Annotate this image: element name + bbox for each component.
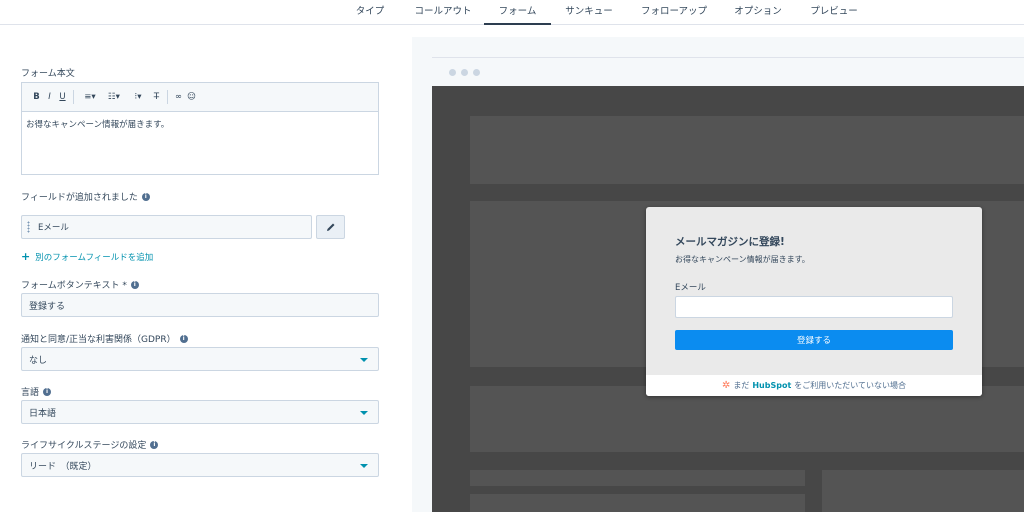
toolbar-divider	[167, 90, 168, 104]
top-tab-bar: タイプ コールアウト フォーム サンキュー フォローアップ オプション プレビュ…	[0, 0, 1024, 25]
preview-submit-button[interactable]: 登録する	[675, 330, 953, 350]
preview-field-label: Eメール	[675, 283, 706, 293]
tab-callout[interactable]: コールアウト	[412, 3, 474, 25]
chevron-down-icon	[360, 358, 368, 362]
form-settings-panel: フォーム本文 B I U ≡▾ ☷▾ ⁝▾ T̶ ∞ ☺ お得なキャンペーン情報…	[0, 26, 412, 512]
chevron-down-icon	[360, 464, 368, 468]
info-icon[interactable]: i	[43, 387, 52, 396]
edit-field-button[interactable]	[316, 215, 345, 239]
lifecycle-select[interactable]: リード （既定）	[21, 453, 379, 477]
editor-toolbar: B I U ≡▾ ☷▾ ⁝▾ T̶ ∞ ☺	[22, 83, 378, 112]
link-icon[interactable]: ∞	[172, 92, 185, 102]
placeholder-block	[470, 470, 805, 486]
bold-button[interactable]: B	[30, 92, 43, 102]
button-text-input[interactable]: 登録する	[21, 293, 379, 317]
bulleted-list-icon[interactable]: ☷▾	[102, 92, 126, 102]
window-dot-icon	[473, 69, 480, 76]
button-text-label: フォームボタンテキスト * i	[21, 278, 139, 291]
info-icon[interactable]: i	[141, 192, 150, 201]
gdpr-select[interactable]: なし	[21, 347, 379, 371]
language-select[interactable]: 日本語	[21, 400, 379, 424]
underline-button[interactable]: U	[56, 92, 69, 102]
clear-format-icon[interactable]: T̶	[150, 92, 163, 102]
numbered-list-icon[interactable]: ⁝▾	[126, 92, 150, 102]
editor-content[interactable]: お得なキャンペーン情報が届きます。	[22, 112, 378, 136]
italic-button[interactable]: I	[43, 92, 56, 102]
gdpr-label: 通知と同意/正当な利害関係（GDPR） i	[21, 332, 188, 345]
field-chip-email[interactable]: Eメール	[21, 215, 312, 239]
browser-frame-bar	[432, 57, 1024, 87]
preview-title: メールマガジンに登録!	[675, 236, 785, 248]
placeholder-block	[470, 494, 805, 512]
rich-text-editor[interactable]: B I U ≡▾ ☷▾ ⁝▾ T̶ ∞ ☺ お得なキャンペーン情報が届きます。	[21, 82, 379, 175]
toolbar-divider	[73, 90, 74, 104]
language-label: 言語 i	[21, 385, 52, 398]
info-icon[interactable]: i	[130, 280, 139, 289]
align-icon[interactable]: ≡▾	[78, 92, 102, 102]
placeholder-block	[470, 116, 1024, 184]
info-icon[interactable]: i	[150, 440, 159, 449]
drag-handle-icon[interactable]	[27, 221, 30, 233]
preview-footer: ✲ まだ HubSpot をご利用いただいていない場合	[646, 375, 982, 396]
hubspot-link[interactable]: HubSpot	[752, 381, 791, 390]
emoji-icon[interactable]: ☺	[185, 92, 198, 102]
window-dot-icon	[461, 69, 468, 76]
fields-added-label: フィールドが追加されました i	[21, 190, 150, 203]
tab-type[interactable]: タイプ	[354, 3, 386, 25]
form-body-label: フォーム本文	[21, 69, 75, 79]
tab-form[interactable]: フォーム	[484, 3, 551, 25]
lifecycle-label: ライフサイクルステージの設定 i	[21, 438, 159, 451]
plus-icon: +	[21, 250, 31, 263]
tab-thank-you[interactable]: サンキュー	[563, 3, 615, 25]
placeholder-block	[822, 470, 1024, 512]
window-dot-icon	[449, 69, 456, 76]
preview-subtitle: お得なキャンペーン情報が届きます。	[675, 255, 810, 264]
tab-preview[interactable]: プレビュー	[806, 3, 862, 25]
tab-options[interactable]: オプション	[731, 3, 785, 25]
hubspot-sprocket-icon: ✲	[721, 380, 731, 391]
chevron-down-icon	[360, 411, 368, 415]
add-field-link[interactable]: + 別のフォームフィールドを追加	[21, 250, 153, 263]
pencil-icon	[326, 223, 334, 231]
tab-follow-up[interactable]: フォローアップ	[640, 3, 708, 25]
form-preview-modal: メールマガジンに登録! お得なキャンペーン情報が届きます。 Eメール 登録する …	[646, 207, 982, 396]
preview-email-input[interactable]	[675, 296, 953, 318]
info-icon[interactable]: i	[179, 334, 188, 343]
